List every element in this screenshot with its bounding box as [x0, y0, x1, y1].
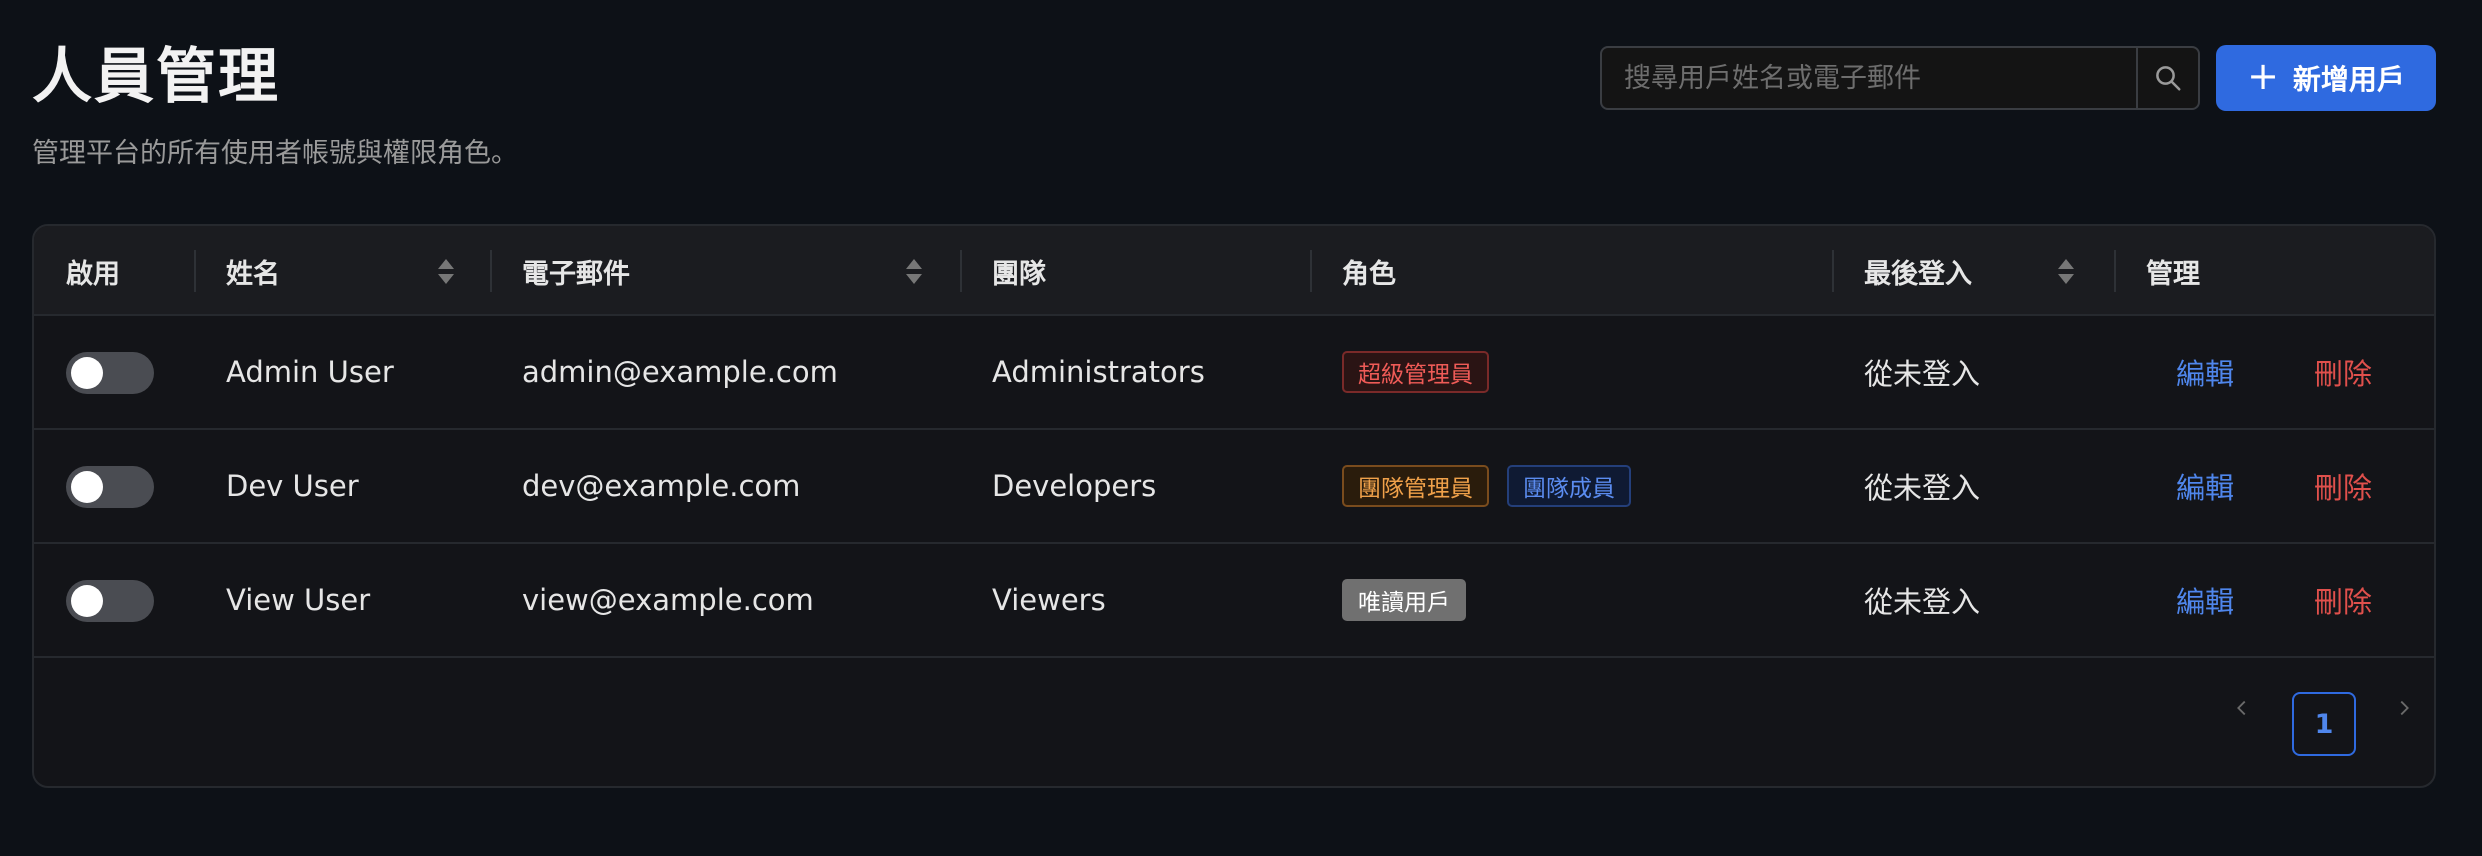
- column-header-role: 角色: [1342, 258, 1396, 290]
- user-last-login: 從未登入: [1864, 471, 1981, 505]
- user-roles: 唯讀用戶: [1342, 544, 1484, 656]
- user-email: dev@example.com: [522, 469, 801, 503]
- user-name: View User: [226, 583, 371, 617]
- column-header-email[interactable]: 電子郵件: [522, 226, 630, 316]
- delete-link[interactable]: 刪除: [2314, 316, 2372, 428]
- add-user-label: 新增用戶: [2292, 63, 2405, 96]
- page-title: 人員管理: [32, 42, 280, 112]
- edit-link[interactable]: 編輯: [2176, 544, 2234, 656]
- user-team: Administrators: [992, 355, 1205, 389]
- user-roles: 超級管理員: [1342, 316, 1507, 428]
- edit-link[interactable]: 編輯: [2176, 430, 2234, 542]
- role-tag: 團隊管理員: [1342, 465, 1489, 507]
- user-email: admin@example.com: [522, 355, 838, 389]
- enabled-toggle[interactable]: [66, 352, 154, 394]
- column-divider: [1310, 250, 1312, 292]
- delete-link[interactable]: 刪除: [2314, 430, 2372, 542]
- user-email: view@example.com: [522, 583, 814, 617]
- edit-link[interactable]: 編輯: [2176, 316, 2234, 428]
- table-row: Admin User admin@example.com Administrat…: [34, 316, 2434, 430]
- role-tag: 團隊成員: [1507, 465, 1631, 507]
- table-header: 啟用 姓名 電子郵件 團隊 角色 最後登入 管理: [34, 226, 2434, 316]
- role-tag: 唯讀用戶: [1342, 579, 1466, 621]
- table-row: Dev User dev@example.com Developers 團隊管理…: [34, 430, 2434, 544]
- sort-last-login-icon[interactable]: [2058, 254, 2076, 288]
- pagination-page[interactable]: 1: [2292, 692, 2356, 756]
- user-team: Viewers: [992, 583, 1106, 617]
- add-user-button[interactable]: + 新增用戶: [2216, 45, 2436, 111]
- search-button[interactable]: [2136, 48, 2198, 108]
- toggle-knob: [71, 585, 103, 617]
- enabled-toggle[interactable]: [66, 466, 154, 508]
- column-header-name[interactable]: 姓名: [226, 226, 280, 316]
- column-header-enabled: 啟用: [66, 258, 120, 290]
- column-divider: [490, 250, 492, 292]
- user-last-login: 從未登入: [1864, 357, 1981, 391]
- users-table: 啟用 姓名 電子郵件 團隊 角色 最後登入 管理 Admin User admi…: [32, 224, 2436, 788]
- sort-email-icon[interactable]: [906, 254, 924, 288]
- column-divider: [960, 250, 962, 292]
- user-team: Developers: [992, 469, 1157, 503]
- table-row: View User view@example.com Viewers 唯讀用戶 …: [34, 544, 2434, 658]
- delete-link[interactable]: 刪除: [2314, 544, 2372, 656]
- search-icon: [2156, 66, 2181, 91]
- user-roles: 團隊管理員 團隊成員: [1342, 430, 1649, 542]
- toggle-knob: [71, 357, 103, 389]
- column-header-last-login[interactable]: 最後登入: [1864, 226, 1972, 316]
- search-input[interactable]: [1602, 48, 2136, 108]
- column-divider: [194, 250, 196, 292]
- plus-icon: +: [2247, 54, 2279, 98]
- column-header-manage: 管理: [2146, 258, 2200, 290]
- user-last-login: 從未登入: [1864, 585, 1981, 619]
- sort-name-icon[interactable]: [438, 254, 456, 288]
- role-tag: 超級管理員: [1342, 351, 1489, 393]
- chevron-left-icon[interactable]: [2222, 688, 2262, 728]
- user-name: Dev User: [226, 469, 359, 503]
- column-divider: [1832, 250, 1834, 292]
- enabled-toggle[interactable]: [66, 580, 154, 622]
- user-name: Admin User: [226, 355, 394, 389]
- page-subtitle: 管理平台的所有使用者帳號與權限角色。: [32, 138, 518, 169]
- column-header-team: 團隊: [992, 258, 1046, 290]
- search-group: [1600, 46, 2200, 110]
- toggle-knob: [71, 471, 103, 503]
- column-divider: [2114, 250, 2116, 292]
- chevron-right-icon[interactable]: [2384, 688, 2424, 728]
